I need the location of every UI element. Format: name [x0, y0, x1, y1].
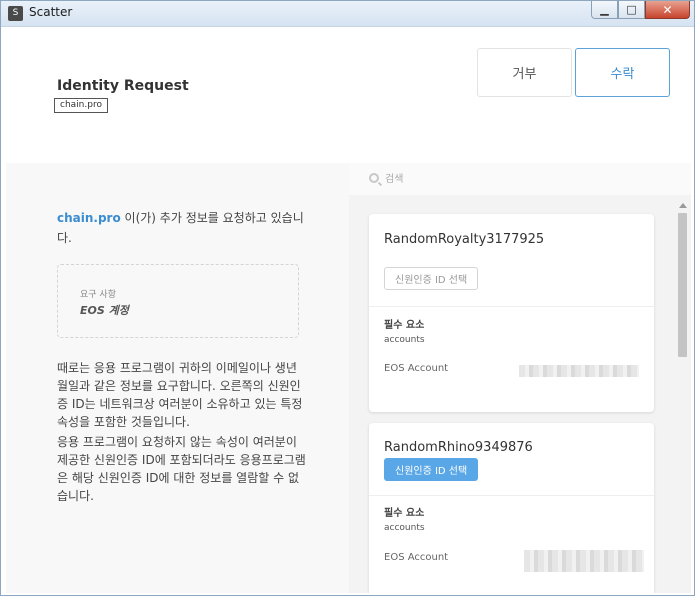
minimize-button[interactable]: ▁	[591, 1, 618, 19]
search-icon	[369, 173, 379, 183]
description-paragraph-1: 때로는 응용 프로그램이 귀하의 이메일이나 생년월일과 같은 정보를 요구합니…	[57, 361, 303, 429]
request-header: Identity Request chain.pro 거부 수락	[6, 28, 691, 163]
search-bar	[349, 163, 691, 195]
minimize-icon: ▁	[600, 3, 609, 16]
page-title: Identity Request	[57, 78, 189, 94]
intro-text: chain.pro 이(가) 추가 정보를 요청하고 있습니다.	[57, 208, 307, 248]
close-icon: ✕	[662, 2, 673, 17]
account-value-blurred	[524, 550, 644, 572]
required-field-item: accounts	[384, 523, 425, 533]
select-identity-button[interactable]: 신원인증 ID 선택	[384, 267, 479, 290]
scatter-window: S Scatter ▁ □ ✕ Identity Request chain.p…	[0, 0, 695, 596]
account-label: EOS Account	[384, 363, 449, 374]
identity-card[interactable]: RandomRoyalty3177925 신원인증 ID 선택 필수 요소 ac…	[369, 214, 654, 412]
scroll-up-arrow-icon[interactable]	[679, 203, 687, 208]
description-paragraph-2: 응용 프로그램이 요청하지 않는 속성이 여러분이 제공한 신원인증 ID에 포…	[57, 435, 306, 503]
required-field-item: accounts	[384, 335, 425, 345]
intro-domain[interactable]: chain.pro	[57, 211, 121, 225]
scrollbar-thumb[interactable]	[678, 213, 687, 357]
title-bar[interactable]: S Scatter ▁ □ ✕	[1, 1, 694, 27]
close-button[interactable]: ✕	[645, 1, 690, 19]
domain-badge: chain.pro	[54, 98, 108, 113]
request-info-panel: chain.pro 이(가) 추가 정보를 요청하고 있습니다. 요구 사항 E…	[6, 163, 349, 593]
account-value-blurred	[519, 365, 639, 377]
requirements-label: 요구 사항	[80, 290, 116, 300]
identity-list-panel: RandomRoyalty3177925 신원인증 ID 선택 필수 요소 ac…	[349, 163, 691, 593]
identity-name: RandomRoyalty3177925	[384, 232, 545, 247]
maximize-icon: □	[626, 3, 637, 16]
divider	[369, 495, 654, 496]
window-controls: ▁ □ ✕	[591, 1, 690, 19]
app-icon: S	[8, 6, 23, 21]
accept-button[interactable]: 수락	[575, 48, 670, 97]
deny-button[interactable]: 거부	[477, 48, 572, 97]
required-fields-header: 필수 요소	[384, 508, 425, 519]
divider	[369, 306, 654, 307]
search-input[interactable]	[385, 171, 665, 187]
requirements-box: 요구 사항 EOS 계정	[57, 264, 299, 338]
maximize-button[interactable]: □	[618, 1, 645, 19]
account-label: EOS Account	[384, 552, 449, 563]
identity-name: RandomRhino9349876	[384, 440, 533, 455]
select-identity-button[interactable]: 신원인증 ID 선택	[384, 458, 479, 481]
requirements-value: EOS 계정	[80, 304, 129, 317]
required-fields-header: 필수 요소	[384, 320, 425, 331]
identity-card[interactable]: RandomRhino9349876 신원인증 ID 선택 필수 요소 acco…	[369, 423, 654, 593]
window-title: Scatter	[29, 5, 73, 19]
description: 때로는 응용 프로그램이 귀하의 이메일이나 생년월일과 같은 정보를 요구합니…	[57, 359, 307, 507]
